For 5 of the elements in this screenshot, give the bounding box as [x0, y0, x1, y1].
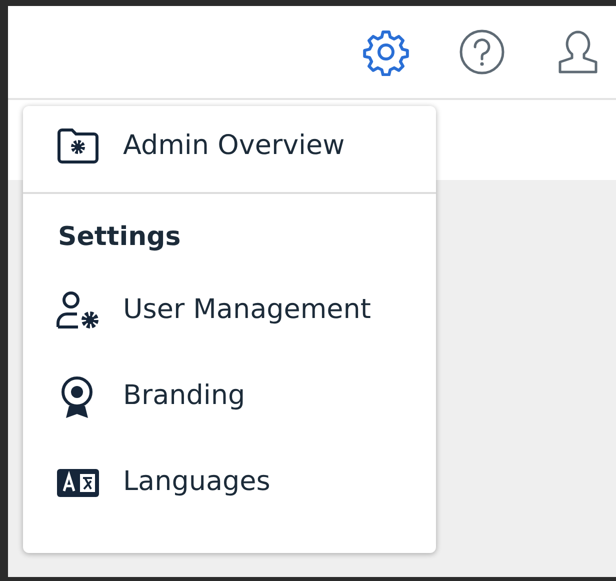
menu-item[interactable]: Admin Overview: [23, 106, 436, 186]
menu-item[interactable]: Languages: [23, 439, 436, 525]
section-heading: Settings: [57, 221, 182, 254]
menu-item[interactable]: User Management: [23, 267, 436, 353]
menu-item[interactable]: Branding: [23, 353, 436, 439]
